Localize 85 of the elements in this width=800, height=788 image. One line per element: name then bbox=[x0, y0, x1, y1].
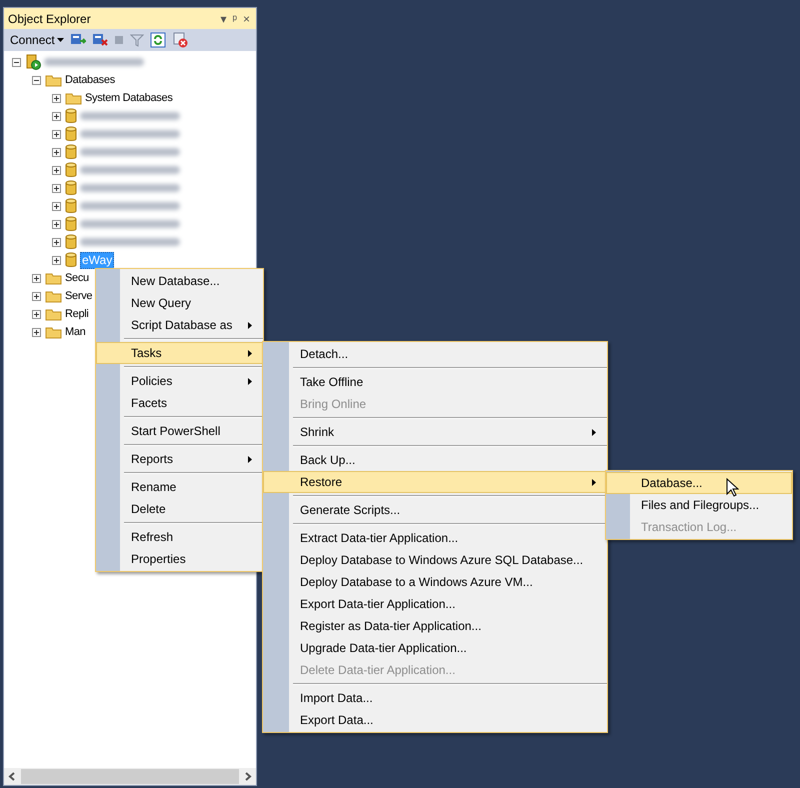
database-icon bbox=[65, 198, 77, 214]
stop-sign-icon[interactable] bbox=[172, 32, 188, 48]
menu-item[interactable]: Shrink bbox=[263, 421, 607, 443]
expand-icon[interactable] bbox=[52, 238, 60, 246]
submenu-arrow-icon bbox=[592, 428, 596, 436]
connect-server-icon[interactable] bbox=[70, 33, 86, 47]
expand-icon[interactable] bbox=[52, 130, 60, 138]
dropdown-caret-icon bbox=[56, 38, 64, 42]
menu-item[interactable]: Database... bbox=[606, 472, 792, 494]
tree-node-label[interactable]: Repli bbox=[65, 306, 89, 322]
folder-icon bbox=[45, 325, 62, 339]
menu-item[interactable]: Reports bbox=[96, 448, 263, 470]
expand-icon[interactable] bbox=[32, 292, 40, 300]
submenu-arrow-icon bbox=[248, 322, 252, 328]
panel-title: Object Explorer bbox=[8, 10, 91, 28]
database-icon bbox=[65, 252, 77, 268]
expand-icon[interactable] bbox=[52, 166, 60, 174]
folder-icon bbox=[65, 91, 82, 105]
menu-item[interactable]: Refresh bbox=[96, 526, 263, 548]
folder-icon bbox=[45, 307, 62, 321]
menu-item[interactable]: Export Data... bbox=[263, 709, 607, 731]
menu-item[interactable]: Register as Data-tier Application... bbox=[263, 615, 607, 637]
expand-icon[interactable] bbox=[52, 202, 60, 210]
panel-title-button[interactable]: ▾ bbox=[220, 12, 226, 24]
submenu-arrow-icon bbox=[248, 350, 252, 356]
menu-item[interactable]: Script Database as bbox=[96, 314, 263, 336]
expand-icon[interactable] bbox=[32, 274, 40, 282]
menu-item[interactable]: Back Up... bbox=[263, 449, 607, 471]
connect-button[interactable]: Connect bbox=[10, 31, 64, 49]
menu-item[interactable]: Take Offline bbox=[263, 371, 607, 393]
server-icon bbox=[25, 54, 41, 70]
expand-icon[interactable] bbox=[52, 220, 60, 228]
expand-icon[interactable] bbox=[32, 310, 40, 318]
tree-node-label[interactable]: Secu bbox=[65, 270, 89, 286]
expand-icon[interactable] bbox=[52, 148, 60, 156]
collapse-icon[interactable] bbox=[12, 58, 20, 66]
menu-item[interactable]: Upgrade Data-tier Application... bbox=[263, 637, 607, 659]
menu-item[interactable]: Properties bbox=[96, 548, 263, 570]
submenu-arrow-icon bbox=[248, 456, 252, 462]
database-icon bbox=[65, 162, 77, 178]
menu-item[interactable]: Restore bbox=[263, 471, 607, 493]
database-icon bbox=[65, 234, 77, 250]
menu-item[interactable]: Files and Filegroups... bbox=[606, 494, 792, 516]
menu-item[interactable]: Rename bbox=[96, 476, 263, 498]
panel-title-button[interactable]: × bbox=[242, 12, 250, 24]
scrollbar-thumb[interactable] bbox=[21, 769, 239, 784]
menu-item[interactable]: Generate Scripts... bbox=[263, 499, 607, 521]
horizontal-scrollbar[interactable] bbox=[4, 768, 256, 785]
menu-item[interactable]: Deploy Database to Windows Azure SQL Database... bbox=[263, 549, 607, 571]
database-icon bbox=[65, 126, 77, 142]
database-icon bbox=[65, 144, 77, 160]
database-icon bbox=[65, 216, 77, 232]
folder-icon bbox=[45, 289, 62, 303]
submenu-arrow-icon bbox=[592, 478, 596, 486]
menu-item[interactable]: Start PowerShell bbox=[96, 420, 263, 442]
menu-item[interactable]: New Query bbox=[96, 292, 263, 314]
menu-item[interactable]: Import Data... bbox=[263, 687, 607, 709]
menu-item[interactable]: Deploy Database to a Windows Azure VM... bbox=[263, 571, 607, 593]
menu-item[interactable]: Policies bbox=[96, 370, 263, 392]
menu-item[interactable]: Delete bbox=[96, 498, 263, 520]
tree-node-label[interactable]: Serve bbox=[65, 288, 92, 304]
mouse-pointer-icon bbox=[726, 478, 739, 498]
menu-item[interactable]: Detach... bbox=[263, 343, 607, 365]
folder-icon bbox=[45, 73, 62, 87]
menu-item[interactable]: Facets bbox=[96, 392, 263, 414]
menu-item[interactable]: Extract Data-tier Application... bbox=[263, 527, 607, 549]
expand-icon[interactable] bbox=[32, 328, 40, 336]
menu-item[interactable]: New Database... bbox=[96, 270, 263, 292]
disconnect-icon[interactable] bbox=[92, 33, 108, 47]
panel-title-button[interactable]: ᵖ bbox=[232, 12, 237, 24]
menu-item[interactable]: Export Data-tier Application... bbox=[263, 593, 607, 615]
expand-icon[interactable] bbox=[52, 112, 60, 120]
menu-item[interactable]: Tasks bbox=[96, 342, 263, 364]
tree-node-label[interactable]: Databases bbox=[65, 72, 115, 88]
refresh-icon[interactable] bbox=[150, 32, 166, 48]
tree-node-label[interactable]: Man bbox=[65, 324, 86, 340]
expand-icon[interactable] bbox=[52, 94, 60, 102]
collapse-icon[interactable] bbox=[32, 76, 40, 84]
database-icon bbox=[65, 108, 77, 124]
database-icon bbox=[65, 180, 77, 196]
folder-icon bbox=[45, 271, 62, 285]
expand-icon[interactable] bbox=[52, 184, 60, 192]
submenu-arrow-icon bbox=[248, 378, 252, 384]
tree-node-label[interactable]: System Databases bbox=[85, 90, 173, 106]
expand-icon[interactable] bbox=[52, 256, 60, 264]
